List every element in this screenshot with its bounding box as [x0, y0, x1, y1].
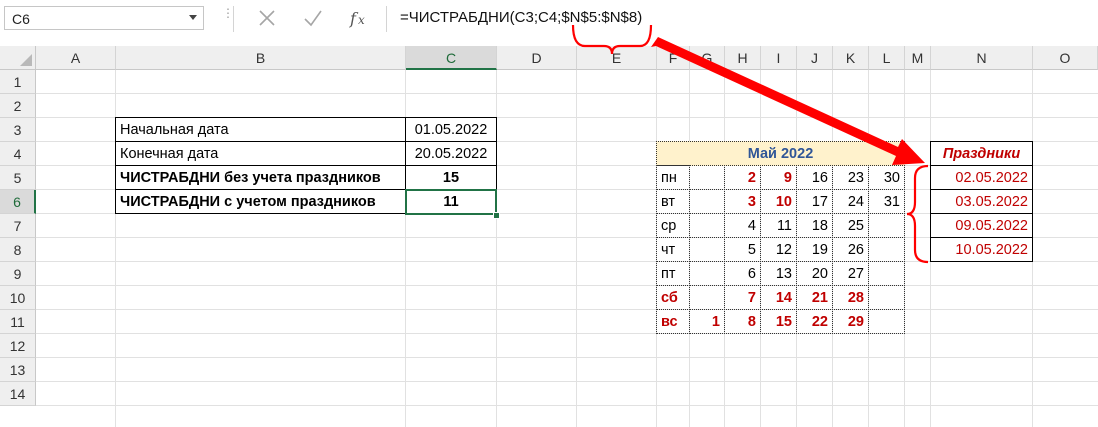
annotation-overlay [571, 24, 929, 264]
formula-brace [571, 24, 653, 55]
excel-window: C6 ⋮ f x =ЧИСТРАБДНИ(C3;C4;$N$5:$N$8) A … [0, 0, 1098, 427]
holidays-brace [906, 164, 929, 264]
arrow-icon [651, 37, 925, 165]
